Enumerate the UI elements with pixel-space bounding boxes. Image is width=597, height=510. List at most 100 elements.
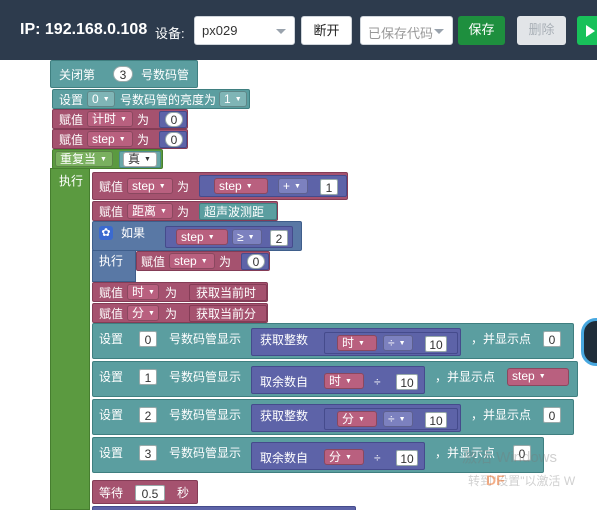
bool-dropdown[interactable]: 真 ▼ xyxy=(123,152,157,167)
assign-timer-block[interactable]: 赋值 计时 ▼ 为 0 xyxy=(52,109,188,129)
operator-dropdown[interactable]: ÷ ▼ xyxy=(383,335,413,351)
dot-number[interactable]: 0 xyxy=(543,331,561,347)
chevron-down-icon xyxy=(434,29,444,34)
var-timer-dropdown[interactable]: 计时 ▼ xyxy=(87,111,133,127)
saved-code-select[interactable]: 已保存代码 xyxy=(360,16,453,45)
dot-number[interactable]: 0 xyxy=(543,407,561,423)
assign-label: 赋值 xyxy=(99,286,124,300)
get-integer-block[interactable]: 获取整数 时 ▼ ÷ ▼ 10 xyxy=(251,328,461,356)
var-hour-dropdown[interactable]: 时 ▼ xyxy=(324,373,364,389)
display-label: 号数码管显示 xyxy=(169,370,242,384)
number-value[interactable]: 0 xyxy=(165,112,183,127)
var-distance-dropdown[interactable]: 距离 ▼ xyxy=(127,203,173,219)
compare-left-dropdown[interactable]: step ▼ xyxy=(176,229,228,245)
if-block[interactable]: ✿ 如果 step ▼ ≥ ▼ 2 xyxy=(92,221,302,251)
number-block[interactable]: 0 xyxy=(159,111,187,128)
disconnect-button[interactable]: 断开 xyxy=(301,16,352,45)
save-button[interactable]: 保存 xyxy=(458,16,505,45)
run-button[interactable] xyxy=(577,16,597,45)
assign-step-plus-block[interactable]: 赋值 step ▼ 为 step ▼ + ▼ 1 xyxy=(92,172,348,200)
operator-plus: + xyxy=(283,179,291,193)
display-block-0[interactable]: 设置 0 号数码管显示 获取整数 时 ▼ ÷ ▼ 10 ，并显示点 0 xyxy=(92,323,574,359)
remainder-block[interactable]: 取余数自 分 ▼ ÷ 10 xyxy=(251,442,425,470)
var-step: step xyxy=(174,254,197,268)
divide-block[interactable]: 分 ▼ ÷ ▼ 10 xyxy=(324,408,458,430)
remainder-label: 取余数自 xyxy=(260,375,309,389)
gear-icon[interactable]: ✿ xyxy=(99,226,113,240)
get-hour-block[interactable]: 获取当前时 xyxy=(189,284,267,301)
repeat-mode-dropdown[interactable]: 重复当 ▼ xyxy=(55,151,113,167)
operand-step-dropdown[interactable]: step ▼ xyxy=(214,178,268,194)
dot-var-dropdown[interactable]: step ▼ xyxy=(507,368,569,386)
var-minute-dropdown[interactable]: 分 ▼ xyxy=(337,411,377,427)
display-block-2[interactable]: 设置 2 号数码管显示 获取整数 分 ▼ ÷ ▼ 10 ，并显示点 0 xyxy=(92,399,574,435)
divisor-number[interactable]: 10 xyxy=(396,450,418,466)
display-index[interactable]: 1 xyxy=(139,369,157,385)
compare-right-number[interactable]: 2 xyxy=(270,230,288,246)
close-num-input[interactable]: 3 xyxy=(113,66,133,82)
assign-label: 赋值 xyxy=(99,180,124,194)
divisor-number[interactable]: 10 xyxy=(396,374,418,390)
var-minute-dropdown[interactable]: 分 ▼ xyxy=(127,305,159,321)
close-display-block[interactable]: 关闭第 3 号数码管 xyxy=(50,60,198,88)
as-label: 为 xyxy=(137,113,150,127)
arithmetic-block[interactable]: step ▼ + ▼ 1 xyxy=(199,175,347,197)
windows-watermark: 激活 Windows xyxy=(462,449,558,466)
set-label: 设置 xyxy=(99,332,124,346)
operator-dropdown[interactable]: + ▼ xyxy=(278,178,308,194)
display-block-1[interactable]: 设置 1 号数码管显示 取余数自 时 ▼ ÷ 10 ，并显示点 step ▼ xyxy=(92,361,578,397)
operator-div: ÷ xyxy=(388,412,395,426)
remainder-block[interactable]: 取余数自 时 ▼ ÷ 10 xyxy=(251,366,425,394)
divisor-number[interactable]: 10 xyxy=(425,336,447,352)
divide-block[interactable]: 时 ▼ ÷ ▼ 10 xyxy=(324,332,458,354)
brightness-index-dropdown[interactable]: 0 ▼ xyxy=(87,91,115,107)
number-value[interactable]: 0 xyxy=(165,132,183,147)
true-block[interactable]: 真 ▼ xyxy=(119,151,161,168)
var-step-dropdown[interactable]: step ▼ xyxy=(169,253,215,269)
var-minute-dropdown[interactable]: 分 ▼ xyxy=(324,449,364,465)
wait-label: 等待 xyxy=(99,486,124,500)
toolbar: IP: 192.168.0.108 设备: px029 断开 已保存代码 保存 … xyxy=(0,0,597,60)
var-step: step xyxy=(92,132,115,146)
assign-minute-block[interactable]: 赋值 分 ▼ 为 获取当前分 xyxy=(92,303,268,323)
divisor-number[interactable]: 10 xyxy=(425,412,447,428)
operator-div: ÷ xyxy=(374,375,381,389)
wait-block[interactable]: 等待 0.5 秒 xyxy=(92,480,198,504)
number-value[interactable]: 0 xyxy=(247,254,265,269)
number-block[interactable]: 0 xyxy=(241,253,269,270)
next-block-peek[interactable] xyxy=(92,506,356,510)
display-index[interactable]: 2 xyxy=(139,407,157,423)
get-minute-block[interactable]: 获取当前分 xyxy=(189,305,267,322)
brightness-set-label: 设置 xyxy=(59,93,84,107)
number-block[interactable]: 0 xyxy=(159,131,187,148)
var-hour-dropdown[interactable]: 时 ▼ xyxy=(337,335,377,351)
compare-op-dropdown[interactable]: ≥ ▼ xyxy=(232,229,262,245)
repeat-while-block[interactable]: 重复当 ▼ 真 ▼ xyxy=(52,149,163,169)
assign-label: 赋值 xyxy=(99,205,124,219)
display-index[interactable]: 0 xyxy=(139,331,157,347)
assign-step-block[interactable]: 赋值 step ▼ 为 0 xyxy=(52,129,188,149)
brightness-value-dropdown[interactable]: 1 ▼ xyxy=(219,91,247,107)
var-hour-dropdown[interactable]: 时 ▼ xyxy=(127,284,159,300)
wait-seconds-input[interactable]: 0.5 xyxy=(135,485,165,501)
get-integer-block[interactable]: 获取整数 分 ▼ ÷ ▼ 10 xyxy=(251,404,461,432)
var-minute: 分 xyxy=(329,450,342,464)
brightness-block[interactable]: 设置 0 ▼ 号数码管的亮度为 1 ▼ xyxy=(52,89,250,109)
operator-dropdown[interactable]: ÷ ▼ xyxy=(383,411,413,427)
operand-number[interactable]: 1 xyxy=(320,179,338,195)
var-step-dropdown[interactable]: step ▼ xyxy=(127,178,173,194)
display-index[interactable]: 3 xyxy=(139,445,157,461)
compare-block[interactable]: step ▼ ≥ ▼ 2 xyxy=(165,226,293,248)
delete-button[interactable]: 删除 xyxy=(517,16,566,45)
reset-step-block[interactable]: 赋值 step ▼ 为 0 xyxy=(136,251,270,271)
assign-hour-block[interactable]: 赋值 时 ▼ 为 获取当前时 xyxy=(92,282,268,302)
block-workspace[interactable]: 关闭第 3 号数码管 设置 0 ▼ 号数码管的亮度为 1 ▼ 赋值 计时 ▼ 为 0 … xyxy=(0,60,597,510)
device-label: 设备: xyxy=(155,26,185,41)
assign-distance-block[interactable]: 赋值 距离 ▼ 为 超声波测距 xyxy=(92,201,278,221)
display-label: 号数码管显示 xyxy=(169,446,242,460)
ultrasonic-block[interactable]: 超声波测距 xyxy=(199,203,277,220)
side-float-widget[interactable] xyxy=(581,318,597,366)
var-step: step xyxy=(132,179,155,193)
device-select[interactable]: px029 xyxy=(194,16,295,45)
var-step-dropdown[interactable]: step ▼ xyxy=(87,131,133,147)
